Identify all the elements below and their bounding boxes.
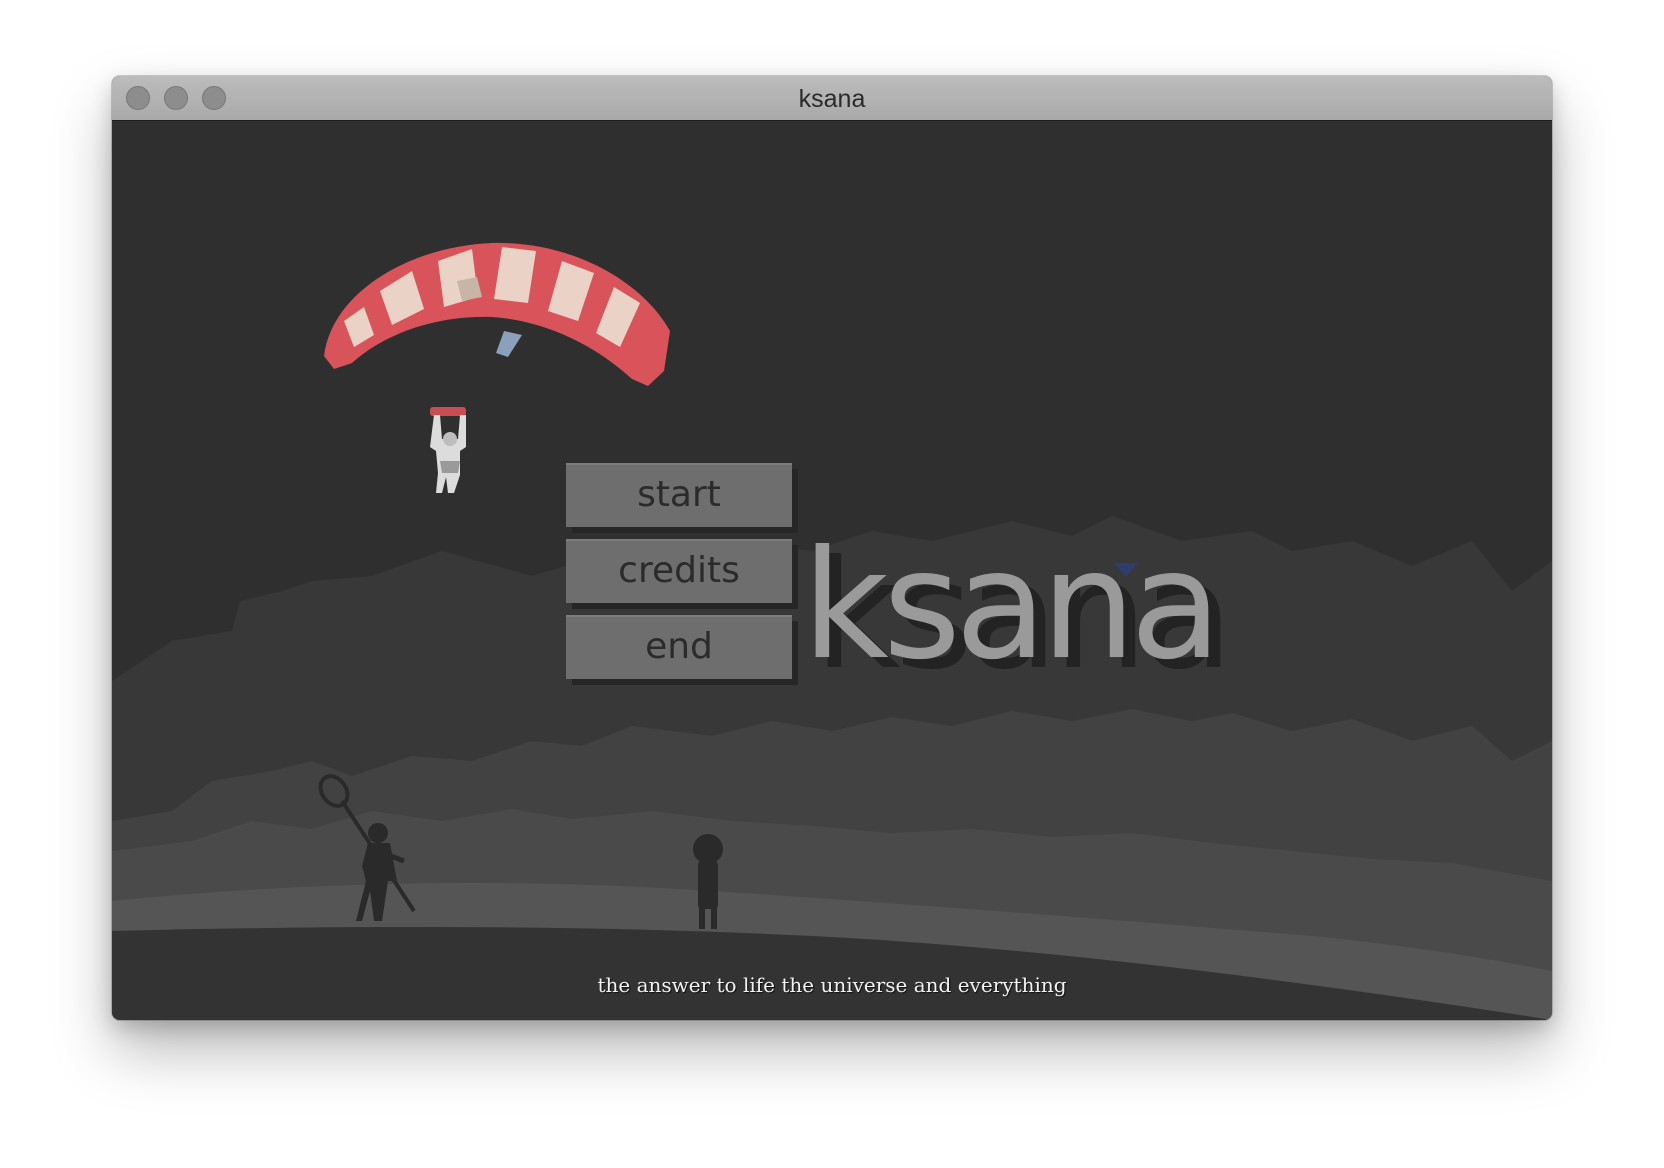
tagline: the answer to life the universe and ever…: [597, 973, 1067, 997]
parachute: [324, 242, 670, 386]
end-button[interactable]: end: [566, 615, 792, 679]
game-window: ksana start credits end ksana the answer…: [112, 76, 1552, 1020]
start-button[interactable]: start: [566, 463, 792, 527]
logo-accent-mark: [1114, 563, 1138, 577]
game-logo: ksana: [802, 519, 1222, 693]
credits-button[interactable]: credits: [566, 539, 792, 603]
skydiver: [430, 407, 466, 493]
title-screen: start credits end ksana the answer to li…: [112, 121, 1552, 1020]
window-title: ksana: [798, 85, 866, 113]
title-bar[interactable]: ksana: [112, 76, 1552, 121]
